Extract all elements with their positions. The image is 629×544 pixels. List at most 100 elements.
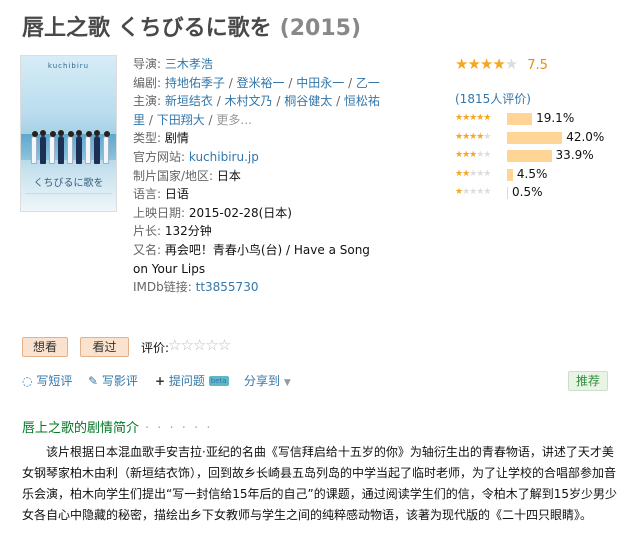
write-review-action[interactable]: ✎ 写影评 <box>88 372 138 389</box>
movie-title: 唇上之歌 くちびるに歌を (2015) <box>22 10 361 42</box>
site-label: 官方网站: <box>133 149 189 164</box>
runtime-row: 片长: 132分钟 <box>133 222 383 241</box>
site-row: 官方网站: kuchibiru.jp <box>133 148 383 167</box>
aka-label: 又名: <box>133 242 165 257</box>
cast-more-link[interactable]: 更多... <box>216 113 251 127</box>
synopsis-title: 唇上之歌的剧情简介 <box>22 421 140 436</box>
title-year: (2015) <box>279 16 362 41</box>
aka-row: 又名: 再会吧！青春小鸟(台) / Have a Song on Your Li… <box>133 241 383 278</box>
runtime-label: 片长: <box>133 224 165 239</box>
rating-row-4star: ★★★★★ 42.0% <box>455 130 625 146</box>
rating-row-1star: ★★★★★ 0.5% <box>455 185 625 201</box>
share-action[interactable]: 分享到 ▼ <box>244 372 291 389</box>
poster-student <box>76 130 82 164</box>
rate-label: 评价: <box>141 341 170 355</box>
ask-question-action[interactable]: + 提问题 beta <box>155 372 229 389</box>
seen-button[interactable]: 看过 <box>80 337 129 357</box>
cast-link[interactable]: 下田翔大 <box>157 113 205 127</box>
poster-title: くちびるに歌を <box>33 178 104 189</box>
writer-label: 编剧: <box>133 75 165 90</box>
country-label: 制片国家/地区: <box>133 168 217 183</box>
rating-bar <box>507 150 552 162</box>
release-label: 上映日期: <box>133 205 189 220</box>
rating-row-stars: ★★★★★ <box>455 187 491 197</box>
rating-percent: 0.5% <box>512 185 543 199</box>
rating-bar <box>507 168 513 181</box>
rating-percent: 33.9% <box>555 148 594 162</box>
language-value: 日语 <box>164 187 189 202</box>
imdb-row: IMDb链接: tt3855730 <box>133 278 383 297</box>
rating-summary: ★★★★★ 7.5 <box>455 55 625 73</box>
rating-row-stars: ★★★★★ <box>455 168 491 179</box>
genre-label: 类型: <box>133 131 165 146</box>
poster-student <box>103 131 110 164</box>
director-label: 导演: <box>133 57 165 71</box>
synopsis-heading: 唇上之歌的剧情简介 · · · · · · <box>22 417 212 436</box>
poster-credits <box>25 193 112 207</box>
writer-link[interactable]: 乙一 <box>356 76 380 90</box>
rating-percent: 4.5% <box>516 166 548 181</box>
writer-link[interactable]: 中田永一 <box>296 76 344 90</box>
release-row: 上映日期: 2015-02-28(日本) <box>133 204 383 223</box>
country-row: 制片国家/地区: 日本 <box>133 167 383 186</box>
speech-bubble-icon: ◌ <box>22 374 33 388</box>
rating-row-3star: ★★★★★ 33.9% <box>455 148 625 164</box>
writer-row: 编剧: 持地佑季子 / 登米裕一 / 中田永一 / 乙一 <box>133 75 380 90</box>
title-name: 唇上之歌 くちびるに歌を <box>22 16 272 41</box>
rating-stars: ★★★★★ <box>455 55 518 73</box>
beta-badge: beta <box>208 376 229 386</box>
rating-percent: 42.0% <box>566 129 605 144</box>
director-row: 导演: 三木孝浩 <box>133 55 383 74</box>
cast-link[interactable]: 木村文乃 <box>225 94 273 108</box>
release-value: 2015-02-28(日本) <box>188 205 292 220</box>
poster-student <box>58 130 64 164</box>
recommend-button[interactable]: 推荐 <box>568 371 608 391</box>
poster-student <box>40 130 46 164</box>
rate-stars-input[interactable]: ☆☆☆☆☆ <box>168 336 231 354</box>
cast-link[interactable]: 新垣结衣 <box>165 94 213 108</box>
rating-row-stars: ★★★★★ <box>455 150 491 160</box>
language-label: 语言: <box>133 187 165 202</box>
genre-row: 类型: 剧情 <box>133 129 383 148</box>
imdb-link[interactable]: tt3855730 <box>196 280 259 294</box>
short-review-label: 写短评 <box>36 374 73 388</box>
rating-bar <box>507 187 508 199</box>
director-link[interactable]: 三木孝浩 <box>165 57 213 71</box>
writer-link[interactable]: 持地佑季子 <box>165 76 225 90</box>
chevron-down-icon: ▼ <box>283 378 291 388</box>
movie-poster[interactable]: kuchibiru くちびるに歌を <box>20 55 117 212</box>
movie-info: 导演: 三木孝浩 编剧: 持地佑季子 / 登米裕一 / 中田永一 / 乙一 主演… <box>133 55 383 297</box>
official-site-link[interactable]: kuchibiru.jp <box>189 150 259 164</box>
want-to-see-button[interactable]: 想看 <box>22 337 68 357</box>
share-label: 分享到 <box>244 374 281 388</box>
pencil-icon: ✎ <box>88 374 99 388</box>
plus-icon: + <box>155 374 166 388</box>
cast-link[interactable]: 桐谷健太 <box>284 94 332 108</box>
short-review-action[interactable]: ◌ 写短评 <box>22 372 72 389</box>
poster-student <box>67 131 74 164</box>
cast-row: 主演: 新垣结衣 / 木村文乃 / 桐谷健太 / 恒松祐里 / 下田翔大 / 更… <box>133 94 380 127</box>
rating-row-stars: ★★★★★ <box>455 131 491 142</box>
rating-row-2star: ★★★★★ 4.5% <box>455 167 625 183</box>
rating-row-stars: ★★★★★ <box>455 113 491 123</box>
cast-label: 主演: <box>133 94 165 109</box>
rating-bar <box>507 113 533 125</box>
poster-student <box>31 131 38 164</box>
rating-bar <box>507 131 563 144</box>
country-value: 日本 <box>216 168 241 183</box>
imdb-label: IMDb链接: <box>133 280 196 295</box>
genre-value: 剧情 <box>164 131 189 146</box>
aka-value: 再会吧！青春小鸟(台) / Have a Song on Your Lips <box>133 242 370 276</box>
rating-row-5star: ★★★★★ 19.1% <box>455 111 625 127</box>
write-review-label: 写影评 <box>101 374 138 388</box>
rating-score: 7.5 <box>527 58 548 73</box>
ask-question-label: 提问题 <box>168 374 205 388</box>
runtime-value: 132分钟 <box>164 224 212 239</box>
poster-student <box>94 130 100 164</box>
language-row: 语言: 日语 <box>133 185 383 204</box>
writer-link[interactable]: 登米裕一 <box>237 76 285 90</box>
rating-votes-link[interactable]: (1815人评价) <box>455 90 531 107</box>
poster-student <box>49 131 56 164</box>
rating-percent: 19.1% <box>536 111 575 125</box>
poster-student <box>85 131 92 164</box>
